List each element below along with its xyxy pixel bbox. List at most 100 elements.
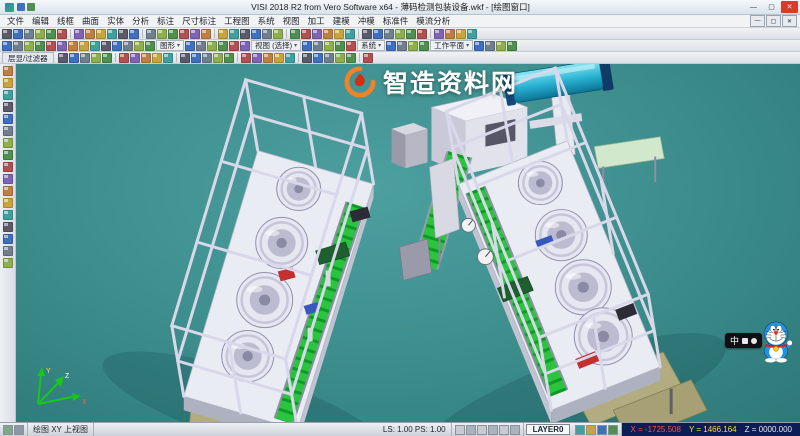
toolbar2-s2-icon-3[interactable]	[207, 41, 217, 51]
toolbar2-s4-icon-4[interactable]	[419, 41, 429, 51]
toolbar1-icon-1[interactable]	[2, 29, 12, 39]
menu-item-6[interactable]: 分析	[128, 15, 153, 27]
toolbar2-s5-icon-4[interactable]	[507, 41, 517, 51]
quick-access-icon-2[interactable]	[27, 3, 35, 11]
toolbar1-icon-38[interactable]	[445, 29, 455, 39]
toolbar1-icon-14[interactable]	[157, 29, 167, 39]
toolbar1-icon-9[interactable]	[96, 29, 106, 39]
toolbar2-s4-icon-2[interactable]	[397, 41, 407, 51]
mdi-minimize-button[interactable]: —	[750, 15, 765, 27]
toolbar2-group-label-4[interactable]: 工作平面▾	[430, 40, 473, 51]
toolbar3-icon-2[interactable]	[69, 53, 79, 63]
toolbar3-icon-21[interactable]	[302, 53, 312, 63]
toolbar1-icon-2[interactable]	[13, 29, 23, 39]
toolbar1-icon-23[interactable]	[262, 29, 272, 39]
toolbar3-icon-14[interactable]	[213, 53, 223, 63]
toolbar3-icon-16[interactable]	[241, 53, 251, 63]
toolbar1-icon-5[interactable]	[46, 29, 56, 39]
toolbar2-s2-icon-6[interactable]	[240, 41, 250, 51]
status-tool-icon-4[interactable]	[608, 425, 618, 435]
menu-item-9[interactable]: 工程图	[220, 15, 254, 27]
mdi-restore-button[interactable]: ▢	[766, 15, 781, 27]
toolbar3-icon-20[interactable]	[285, 53, 295, 63]
toolbar3-icon-6[interactable]	[119, 53, 129, 63]
toolbar1-icon-37[interactable]	[434, 29, 444, 39]
maximize-button[interactable]: ▢	[763, 1, 780, 13]
toolbar1-icon-20[interactable]	[229, 29, 239, 39]
cad-viewport[interactable]: 智造资料网 中	[16, 64, 800, 422]
menu-item-12[interactable]: 加工	[304, 15, 329, 27]
toolbar1-icon-34[interactable]	[395, 29, 405, 39]
menu-item-16[interactable]: 模流分析	[412, 15, 454, 27]
toolbar2-s1-icon-10[interactable]	[101, 41, 111, 51]
toolbar3-icon-1[interactable]	[58, 53, 68, 63]
left-tool-icon-11[interactable]	[3, 186, 13, 196]
toolbar2-s4-icon-1[interactable]	[386, 41, 396, 51]
toolbar1-icon-25[interactable]	[290, 29, 300, 39]
toolbar2-s3-icon-5[interactable]	[346, 41, 356, 51]
toolbar2-s5-icon-3[interactable]	[496, 41, 506, 51]
toolbar1-icon-28[interactable]	[323, 29, 333, 39]
toolbar2-s4-icon-3[interactable]	[408, 41, 418, 51]
toolbar2-group-label-1[interactable]: 图形▾	[156, 40, 184, 51]
active-layer-button[interactable]: LAYER0	[526, 424, 571, 435]
left-tool-icon-4[interactable]	[3, 102, 13, 112]
toolbar1-icon-30[interactable]	[345, 29, 355, 39]
left-tool-icon-8[interactable]	[3, 150, 13, 160]
ime-language-indicator[interactable]: 中	[730, 334, 739, 347]
status-swatch-5[interactable]	[499, 425, 509, 435]
menu-item-8[interactable]: 尺寸标注	[178, 15, 220, 27]
toolbar2-s1-icon-13[interactable]	[134, 41, 144, 51]
toolbar1-icon-27[interactable]	[312, 29, 322, 39]
menu-item-2[interactable]: 编辑	[28, 15, 53, 27]
toolbar2-s3-icon-3[interactable]	[324, 41, 334, 51]
toolbar1-icon-8[interactable]	[85, 29, 95, 39]
toolbar2-s1-icon-3[interactable]	[24, 41, 34, 51]
toolbar1-icon-12[interactable]	[129, 29, 139, 39]
toolbar3-icon-25[interactable]	[346, 53, 356, 63]
status-tool-icon-3[interactable]	[597, 425, 607, 435]
toolbar1-icon-36[interactable]	[417, 29, 427, 39]
status-tool-icon-2[interactable]	[586, 425, 596, 435]
layer-filter-panel-tab[interactable]: 层显/过滤器	[2, 52, 54, 63]
menu-item-1[interactable]: 文件	[3, 15, 28, 27]
left-tool-icon-1[interactable]	[3, 66, 13, 76]
status-swatch-2[interactable]	[466, 425, 476, 435]
toolbar2-s1-icon-2[interactable]	[13, 41, 23, 51]
toolbar1-icon-31[interactable]	[362, 29, 372, 39]
left-tool-icon-16[interactable]	[3, 246, 13, 256]
toolbar2-s3-icon-4[interactable]	[335, 41, 345, 51]
toolbar2-s1-icon-7[interactable]	[68, 41, 78, 51]
minimize-button[interactable]: —	[745, 1, 762, 13]
toolbar2-s5-icon-2[interactable]	[485, 41, 495, 51]
left-tool-icon-7[interactable]	[3, 138, 13, 148]
toolbar1-icon-7[interactable]	[74, 29, 84, 39]
toolbar1-icon-21[interactable]	[240, 29, 250, 39]
menu-item-4[interactable]: 曲面	[78, 15, 103, 27]
status-swatch-6[interactable]	[510, 425, 520, 435]
toolbar2-s2-icon-4[interactable]	[218, 41, 228, 51]
toolbar2-s2-icon-2[interactable]	[196, 41, 206, 51]
toolbar1-icon-35[interactable]	[406, 29, 416, 39]
machine-left[interactable]	[172, 80, 374, 422]
status-tool-icon-1[interactable]	[575, 425, 585, 435]
menu-item-11[interactable]: 视图	[279, 15, 304, 27]
toolbar3-icon-9[interactable]	[152, 53, 162, 63]
toolbar1-icon-17[interactable]	[190, 29, 200, 39]
close-button[interactable]: ✕	[781, 1, 798, 13]
toolbar1-icon-19[interactable]	[218, 29, 228, 39]
toolbar3-icon-12[interactable]	[191, 53, 201, 63]
toolbar3-icon-17[interactable]	[252, 53, 262, 63]
left-tool-icon-10[interactable]	[3, 174, 13, 184]
toolbar1-icon-40[interactable]	[467, 29, 477, 39]
mdi-close-button[interactable]: ✕	[782, 15, 797, 27]
status-swatch-4[interactable]	[488, 425, 498, 435]
toolbar3-icon-4[interactable]	[91, 53, 101, 63]
toolbar1-icon-26[interactable]	[301, 29, 311, 39]
toolbar3-icon-5[interactable]	[102, 53, 112, 63]
menu-item-15[interactable]: 标准件	[379, 15, 413, 27]
menu-item-5[interactable]: 实体	[103, 15, 128, 27]
toolbar1-icon-10[interactable]	[107, 29, 117, 39]
toolbar3-icon-26[interactable]	[363, 53, 373, 63]
toolbar3-icon-13[interactable]	[202, 53, 212, 63]
